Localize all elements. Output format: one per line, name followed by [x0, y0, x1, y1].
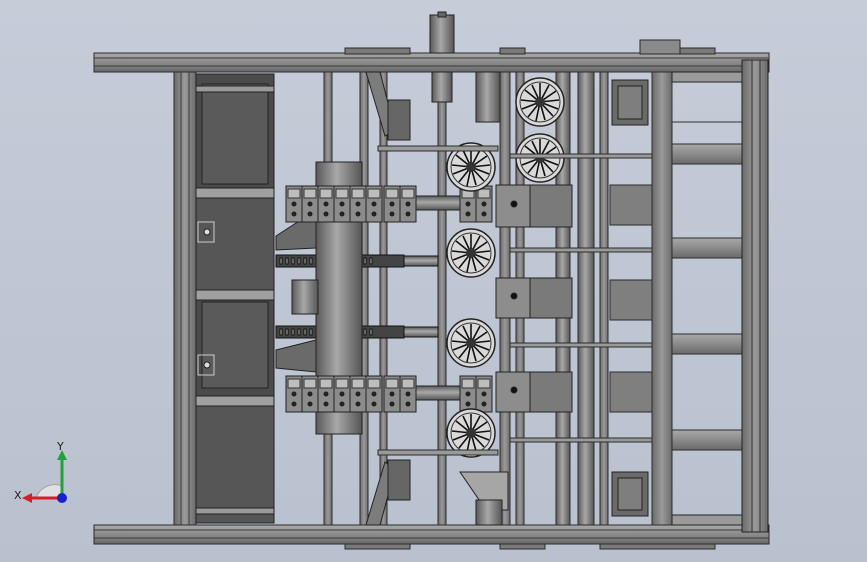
coordinate-triad-icon: [22, 450, 67, 503]
cad-graphics-viewport[interactable]: Y X: [0, 0, 867, 562]
gripper-blocks[interactable]: [495, 184, 573, 413]
lower-clamp-row[interactable]: [285, 375, 493, 413]
y-axis-label: Y: [57, 440, 64, 453]
x-axis-label: X: [14, 489, 22, 502]
upper-clamp-row[interactable]: [285, 185, 493, 223]
coordinate-triad: Y X: [14, 440, 74, 510]
machine-assembly-top-view[interactable]: [0, 0, 867, 562]
left-storage-panels[interactable]: [195, 73, 275, 524]
left-frame-posts[interactable]: [173, 71, 197, 526]
